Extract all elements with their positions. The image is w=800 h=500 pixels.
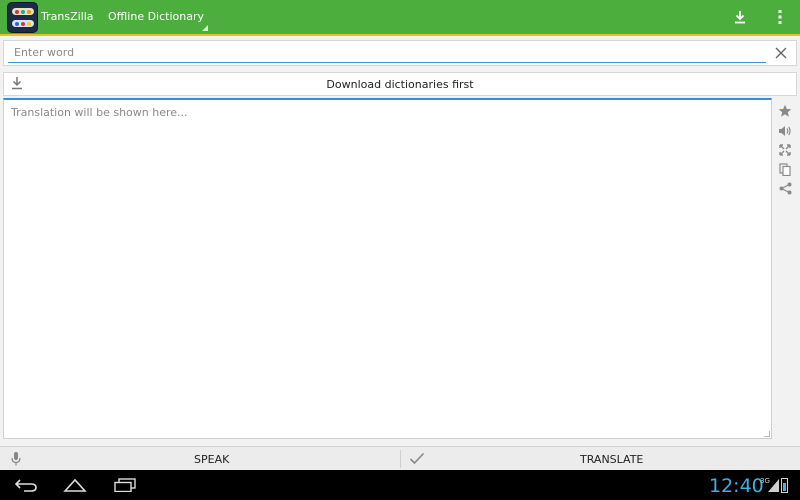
signal-icon [768,479,779,492]
microphone-icon [11,452,21,466]
clock: 12:40 [709,475,764,497]
recents-button[interactable] [105,473,145,497]
recents-icon [114,478,136,492]
back-button[interactable] [6,473,46,497]
translation-placeholder: Translation will be shown here... [11,106,188,119]
home-icon [63,478,87,492]
home-button[interactable] [55,473,95,497]
translate-button[interactable]: TRANSLATE [401,447,800,471]
checkmark-icon [409,452,425,465]
clear-icon [775,47,787,59]
app-title: TransZilla [41,10,94,23]
download-icon [735,11,745,24]
translate-button-label: TRANSLATE [580,453,644,466]
transzilla-app-icon[interactable] [7,2,38,33]
system-nav-bar [0,470,800,500]
clear-button[interactable] [772,44,790,62]
bottom-action-bar: SPEAK TRANSLATE [0,446,800,470]
speaker-icon [779,126,791,136]
dictionary-mode-spinner[interactable]: Offline Dictionary [100,0,210,34]
download-dictionaries-label: Download dictionaries first [326,78,474,91]
speak-button-label: SPEAK [194,453,230,466]
share-button[interactable] [775,179,795,197]
search-box [3,40,797,66]
dictionary-mode-label: Offline Dictionary [108,10,205,23]
battery-icon [781,478,788,493]
overflow-menu-icon [778,10,782,24]
star-icon [778,104,792,117]
action-bar: TransZilla Offline Dictionary [0,0,800,36]
favorite-button[interactable] [775,102,795,120]
word-input[interactable] [8,43,766,63]
spinner-arrow-icon [202,25,208,31]
resize-grip-icon [764,431,770,437]
translation-tools [773,100,797,210]
download-dictionaries-button[interactable]: Download dictionaries first [3,72,797,96]
translation-output[interactable]: Translation will be shown here... [3,98,772,439]
fullscreen-icon [779,144,791,156]
back-icon [14,479,37,492]
share-icon [779,182,791,194]
copy-button[interactable] [775,160,795,178]
speak-translation-button[interactable] [775,122,795,140]
overflow-menu-button[interactable] [763,0,797,34]
copy-icon [779,162,791,176]
fullscreen-button[interactable] [775,141,795,159]
download-button[interactable] [723,0,757,34]
speak-button[interactable]: SPEAK [0,447,400,471]
